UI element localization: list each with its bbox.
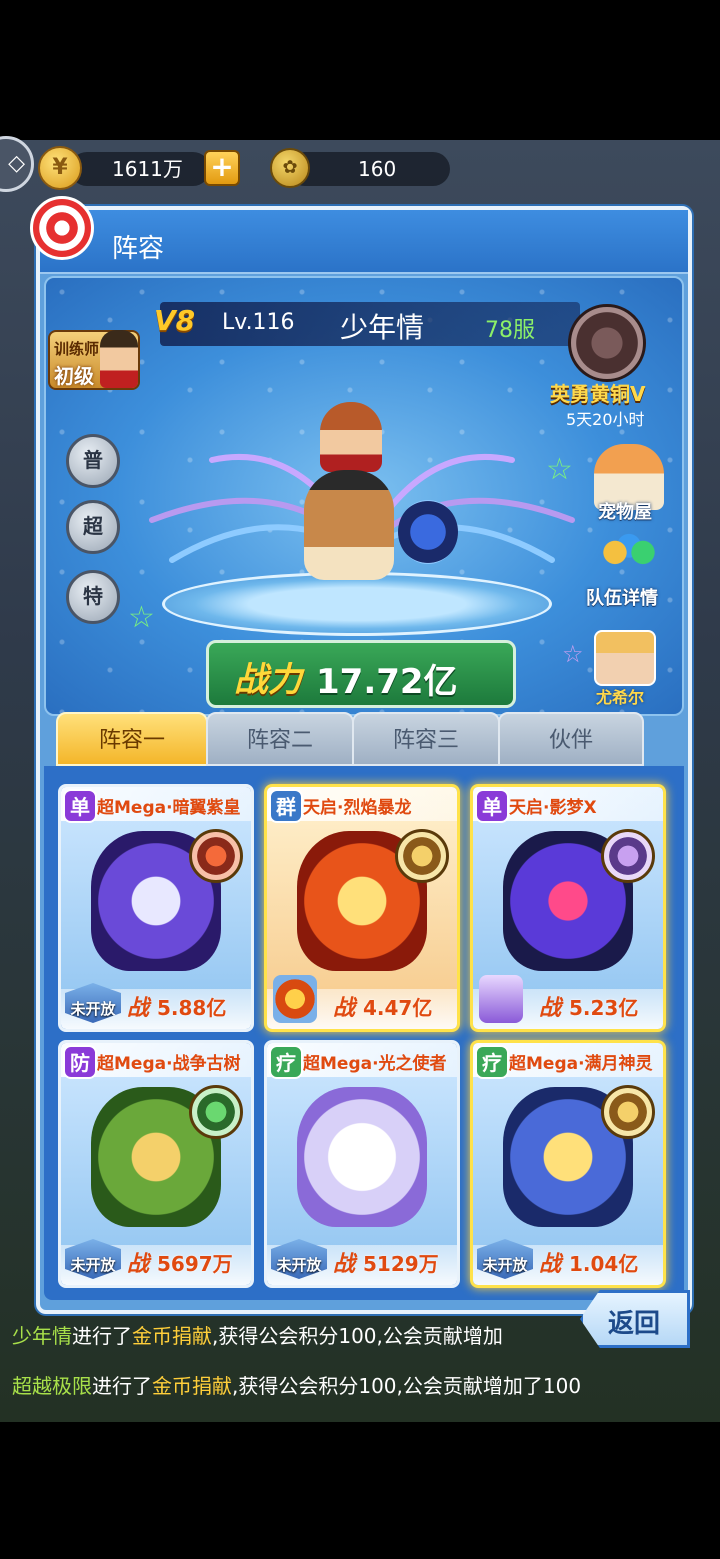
monster-image xyxy=(297,1087,427,1227)
monster-card[interactable]: 单 超Mega·暗翼紫皇 未开放 战 5.88亿 xyxy=(58,784,254,1032)
bottom-letterbox xyxy=(0,1422,720,1559)
monster-name: 超Mega·战争古树 xyxy=(97,1054,241,1074)
gold-amount: 1611万 xyxy=(112,157,183,181)
flame-skill-icon xyxy=(273,975,317,1023)
vip-badge: V8 xyxy=(154,304,196,337)
tab-lineup-2[interactable]: 阵容二 xyxy=(206,712,354,766)
monster-name: 超Mega·暗翼紫皇 xyxy=(97,798,241,818)
player-level: Lv.116 xyxy=(222,310,295,335)
star-icon: ☆ xyxy=(128,600,155,635)
role-badge: 单 xyxy=(475,789,509,823)
main-pet-character xyxy=(304,470,394,580)
card-power-label: 战 xyxy=(127,1252,150,1277)
monster-name: 超Mega·光之使者 xyxy=(303,1054,447,1074)
role-badge: 群 xyxy=(269,789,303,823)
partner-name: 尤希尔 xyxy=(596,688,645,707)
emblem-icon xyxy=(189,829,243,883)
card-power: 5697万 xyxy=(157,1252,233,1276)
card-power-label: 战 xyxy=(539,996,562,1021)
rank-time: 5天20小时 xyxy=(566,410,645,429)
power-label: 战力 xyxy=(234,660,302,700)
plus-icon[interactable]: + xyxy=(204,150,240,186)
emblem-icon xyxy=(601,1085,655,1139)
panel-title: 阵容 xyxy=(112,234,165,264)
companion-character xyxy=(398,500,458,564)
role-badge: 疗 xyxy=(269,1045,303,1079)
emblem-icon xyxy=(189,1085,243,1139)
role-badge: 疗 xyxy=(475,1045,509,1079)
gold-coin-icon: ¥ xyxy=(38,146,82,190)
trainer-character xyxy=(320,402,382,472)
monster-card[interactable]: 单 天启·影梦X 战 5.23亿 xyxy=(470,784,666,1032)
monster-card[interactable]: 疗 超Mega·光之使者 未开放 战 5129万 xyxy=(264,1040,460,1288)
chat-item: 金币捐献 xyxy=(152,1374,232,1398)
super-mode-button[interactable]: 超 xyxy=(66,500,120,554)
rank-name: 英勇黄铜V xyxy=(550,382,646,406)
display-stage xyxy=(162,572,552,636)
card-power: 1.04亿 xyxy=(569,1252,639,1276)
tab-partner[interactable]: 伙伴 xyxy=(498,712,644,766)
role-badge: 防 xyxy=(63,1045,97,1079)
normal-mode-button[interactable]: 普 xyxy=(66,434,120,488)
chat-player: 超越极限 xyxy=(12,1374,92,1398)
emblem-icon xyxy=(395,829,449,883)
monster-card[interactable]: 群 天启·烈焰暴龙 战 4.47亿 xyxy=(264,784,460,1032)
pet-food-pill: 160 xyxy=(288,152,450,186)
tab-lineup-1[interactable]: 阵容一 xyxy=(56,712,208,766)
server-label: 78服 xyxy=(485,318,535,343)
role-badge: 单 xyxy=(63,789,97,823)
tab-lineup-3[interactable]: 阵容三 xyxy=(352,712,500,766)
chat-rest: ,获得公会积分100,公会贡献增加了100 xyxy=(232,1374,582,1398)
chat-rest: ,获得公会积分100,公会贡献增加 xyxy=(212,1324,503,1348)
card-power-label: 战 xyxy=(333,1252,356,1277)
monster-name: 天启·烈焰暴龙 xyxy=(303,798,412,818)
monster-name: 天启·影梦X xyxy=(509,798,597,818)
target-icon xyxy=(30,196,94,260)
monster-card[interactable]: 疗 超Mega·满月神灵 未开放 战 1.04亿 xyxy=(470,1040,666,1288)
chat-player: 少年情 xyxy=(12,1324,72,1348)
scroll-skill-icon xyxy=(479,975,523,1023)
guild-chat-line: 超越极限进行了金币捐献,获得公会积分100,公会贡献增加了100 xyxy=(12,1370,581,1399)
return-label: 返回 xyxy=(608,1309,661,1339)
team-details-icon[interactable] xyxy=(594,526,664,592)
power-value: 17.72亿 xyxy=(316,662,458,702)
pet-food-amount: 160 xyxy=(358,157,397,181)
monster-card[interactable]: 防 超Mega·战争古树 未开放 战 5697万 xyxy=(58,1040,254,1288)
emblem-icon xyxy=(601,829,655,883)
card-power: 5.88亿 xyxy=(157,996,227,1020)
partner-avatar[interactable] xyxy=(594,630,656,686)
card-power-label: 战 xyxy=(127,996,150,1021)
gold-pill: 1611万 xyxy=(70,152,210,186)
rank-medal-icon[interactable] xyxy=(568,304,646,382)
card-power: 4.47亿 xyxy=(363,996,433,1020)
chat-action: 进行了 xyxy=(92,1374,152,1398)
player-name: 少年情 xyxy=(340,311,425,344)
trainer-title: 训练师 xyxy=(54,340,100,358)
card-power-label: 战 xyxy=(539,1252,562,1277)
trainer-avatar-icon xyxy=(100,330,138,388)
pet-food-icon: ✿ xyxy=(270,148,310,188)
chat-action: 进行了 xyxy=(72,1324,132,1348)
card-power-label: 战 xyxy=(333,996,356,1021)
chat-item: 金币捐献 xyxy=(132,1324,212,1348)
star-icon: ☆ xyxy=(562,640,584,668)
card-power: 5.23亿 xyxy=(569,996,639,1020)
panel-title-bar: 阵容 xyxy=(40,210,688,274)
trainer-rank: 初级 xyxy=(54,364,94,388)
pet-house-label: 宠物屋 xyxy=(598,502,652,523)
guild-chat-line: 少年情进行了金币捐献,获得公会积分100,公会贡献增加 xyxy=(12,1320,503,1349)
team-details-label: 队伍详情 xyxy=(586,588,658,609)
card-power: 5129万 xyxy=(363,1252,439,1276)
monster-name: 超Mega·满月神灵 xyxy=(509,1054,653,1074)
special-mode-button[interactable]: 特 xyxy=(66,570,120,624)
